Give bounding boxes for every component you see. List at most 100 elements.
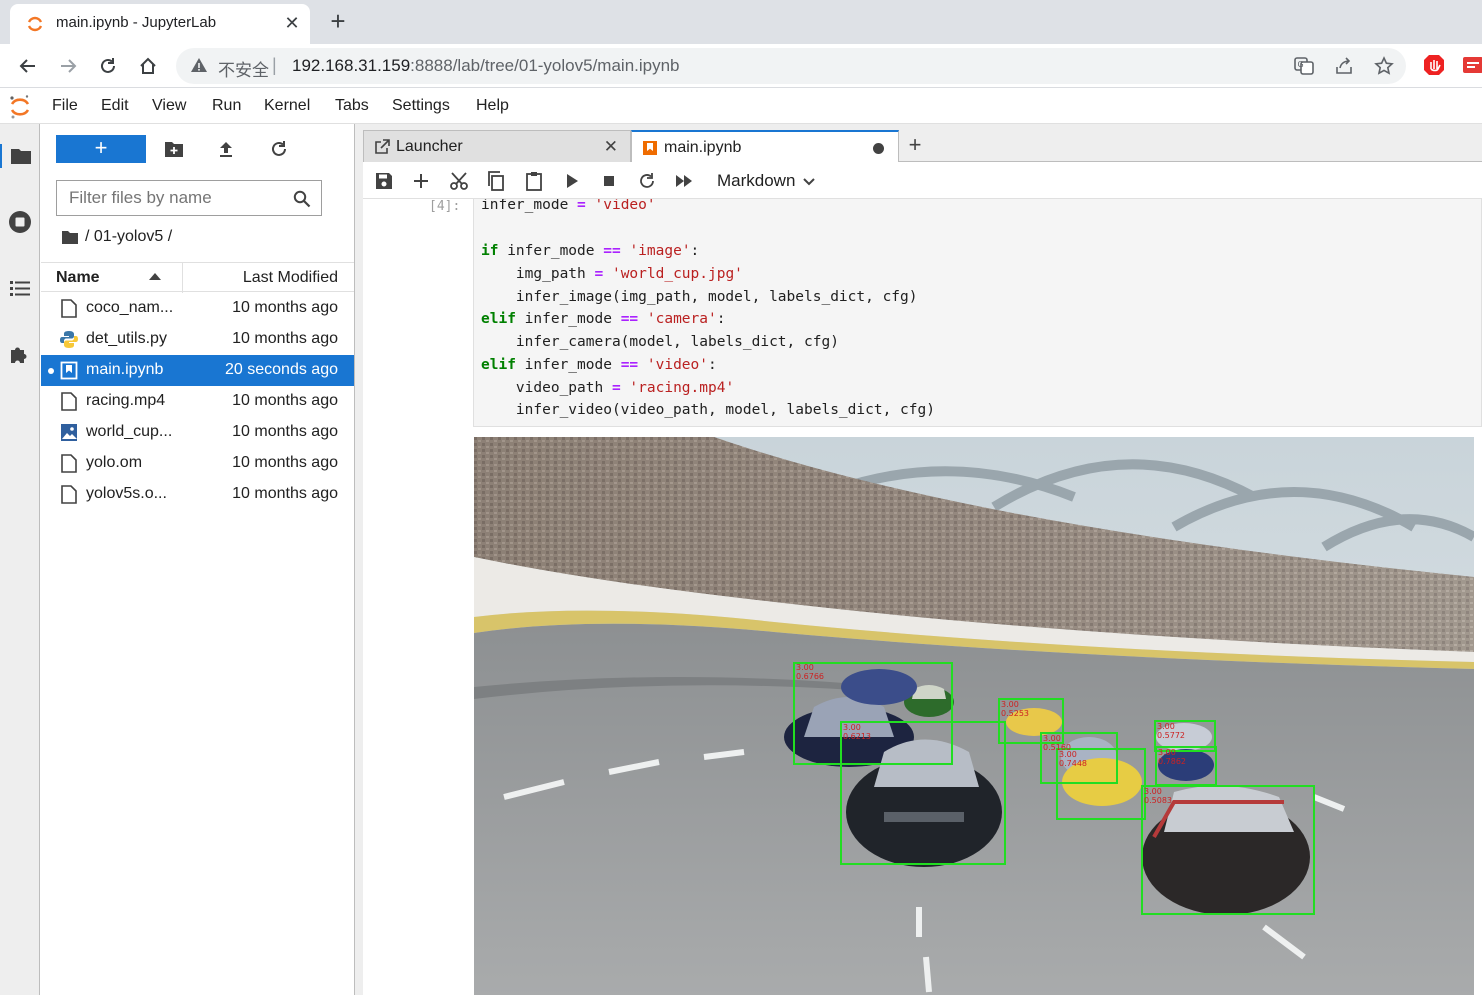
save-icon	[376, 173, 392, 189]
filter-files-input[interactable]: Filter files by name	[56, 180, 322, 216]
column-modified-header[interactable]: Last Modified	[243, 269, 338, 287]
menu-help[interactable]: Help	[476, 97, 509, 115]
detection-label: 3.00	[1158, 748, 1176, 757]
run-button[interactable]	[562, 171, 582, 191]
new-launcher-button[interactable]: +	[56, 135, 146, 163]
running-indicator	[48, 368, 54, 374]
list-item[interactable]: det_utils.py 10 months ago	[41, 324, 354, 355]
browser-tab[interactable]: main.ipynb - JupyterLab ✕	[10, 4, 310, 44]
table-of-contents-tab[interactable]	[8, 276, 32, 300]
forward-button[interactable]	[54, 52, 82, 80]
arrow-right-icon	[61, 59, 77, 73]
tab-main-notebook[interactable]: main.ipynb	[631, 130, 899, 163]
fast-forward-icon	[676, 175, 692, 187]
file-name: det_utils.py	[86, 330, 167, 347]
list-item[interactable]: world_cup... 10 months ago	[41, 417, 354, 448]
breadcrumb: / 01-yolov5 /	[61, 228, 172, 246]
panel-resize-handle[interactable]	[354, 124, 363, 995]
column-divider[interactable]	[182, 263, 183, 293]
detection-score: 0.6766	[796, 672, 824, 681]
search-icon	[293, 190, 311, 208]
video-output-frame: 3.00 0.6766 3.00 0.5253 3.00 0.5160 3.00…	[474, 437, 1474, 995]
save-button[interactable]	[374, 171, 394, 191]
menu-file[interactable]: File	[52, 97, 78, 115]
tab-label: Launcher	[396, 138, 463, 155]
detection-score: 0.5772	[1157, 731, 1185, 740]
car	[841, 669, 917, 705]
extensions-tab[interactable]	[8, 342, 32, 366]
warning-icon[interactable]	[190, 56, 208, 74]
paste-button[interactable]	[524, 171, 544, 191]
close-tab-icon[interactable]: ✕	[280, 11, 304, 35]
reload-button[interactable]	[94, 52, 122, 80]
file-browser-tab[interactable]	[0, 144, 40, 168]
code-line: infer_mode = 'video'	[481, 199, 656, 213]
menu-run[interactable]: Run	[212, 97, 241, 115]
code-line: infer_camera(model, labels_dict, cfg)	[481, 334, 839, 350]
add-tab-button[interactable]: +	[899, 130, 931, 162]
cut-button[interactable]	[449, 171, 469, 191]
play-icon	[567, 174, 578, 188]
menu-settings[interactable]: Settings	[392, 97, 450, 115]
browser-toolbar: 不安全 | 192.168.31.159:8888/lab/tree/01-yo…	[0, 44, 1482, 88]
code-line: if infer_mode == 'image':	[481, 243, 700, 259]
upload-button[interactable]	[215, 138, 237, 160]
new-tab-button[interactable]: +	[324, 8, 352, 36]
file-modified: 10 months ago	[232, 330, 338, 347]
file-modified: 10 months ago	[232, 392, 338, 409]
menu-edit[interactable]: Edit	[101, 97, 129, 115]
interrupt-button[interactable]	[599, 171, 619, 191]
running-sessions-tab[interactable]	[8, 210, 32, 234]
breadcrumb-path[interactable]: / 01-yolov5 /	[85, 228, 172, 246]
column-name-header[interactable]: Name	[56, 269, 100, 287]
code-cell-editor[interactable]: infer_mode = 'video' if infer_mode == 'i…	[473, 199, 1482, 427]
code-line: elif infer_mode == 'camera':	[481, 311, 726, 327]
unsaved-dot-icon[interactable]	[873, 143, 884, 154]
home-icon	[140, 57, 156, 74]
menu-tabs[interactable]: Tabs	[335, 97, 369, 115]
list-item[interactable]: coco_nam... 10 months ago	[41, 293, 354, 324]
puzzle-icon	[11, 347, 27, 363]
file-name: world_cup...	[86, 423, 173, 440]
refresh-icon	[640, 173, 654, 188]
menu-view[interactable]: View	[152, 97, 186, 115]
tab-launcher[interactable]: Launcher ✕	[363, 130, 631, 162]
cell-type-select[interactable]: Markdown	[717, 171, 816, 191]
insert-cell-button[interactable]	[411, 171, 431, 191]
detection-label: 3.00	[1001, 700, 1019, 709]
run-all-button[interactable]	[674, 171, 694, 191]
translate-icon[interactable]: G	[1294, 56, 1314, 76]
menu-kernel[interactable]: Kernel	[264, 97, 310, 115]
list-item[interactable]: racing.mp4 10 months ago	[41, 386, 354, 417]
home-button[interactable]	[134, 52, 162, 80]
detection-score: 0.7862	[1158, 757, 1186, 766]
extension-icon[interactable]	[1462, 54, 1482, 76]
url-path: :8888/lab/tree/01-yolov5/main.ipynb	[410, 56, 680, 75]
image-icon	[61, 424, 77, 441]
close-icon[interactable]: ✕	[604, 137, 618, 157]
list-item[interactable]: main.ipynb 20 seconds ago	[41, 355, 354, 386]
back-button[interactable]	[14, 52, 42, 80]
list-item[interactable]: yolo.om 10 months ago	[41, 448, 354, 479]
code-line: elif infer_mode == 'video':	[481, 357, 717, 373]
refresh-button[interactable]	[268, 138, 290, 160]
detection-score: 0.5083	[1144, 796, 1172, 805]
detection-score: 0.7448	[1059, 759, 1087, 768]
adblock-extension-icon[interactable]	[1423, 54, 1445, 76]
file-name: coco_nam...	[86, 299, 174, 316]
notebook-icon	[643, 141, 657, 155]
restart-button[interactable]	[637, 171, 657, 191]
file-name: yolo.om	[86, 454, 143, 471]
url-text[interactable]: 192.168.31.159:8888/lab/tree/01-yolov5/m…	[292, 56, 680, 76]
list-item[interactable]: yolov5s.o... 10 months ago	[41, 479, 354, 510]
new-folder-button[interactable]	[163, 138, 185, 160]
copy-button[interactable]	[486, 171, 506, 191]
file-icon	[61, 392, 77, 411]
address-bar[interactable]: 不安全 | 192.168.31.159:8888/lab/tree/01-yo…	[176, 48, 1406, 84]
share-icon[interactable]	[1334, 56, 1354, 76]
detection-label: 3.00	[796, 663, 814, 672]
bookmark-star-icon[interactable]	[1374, 56, 1394, 76]
list-icon	[10, 281, 30, 296]
folder-icon[interactable]	[61, 230, 79, 245]
code-line: img_path = 'world_cup.jpg'	[481, 266, 743, 282]
